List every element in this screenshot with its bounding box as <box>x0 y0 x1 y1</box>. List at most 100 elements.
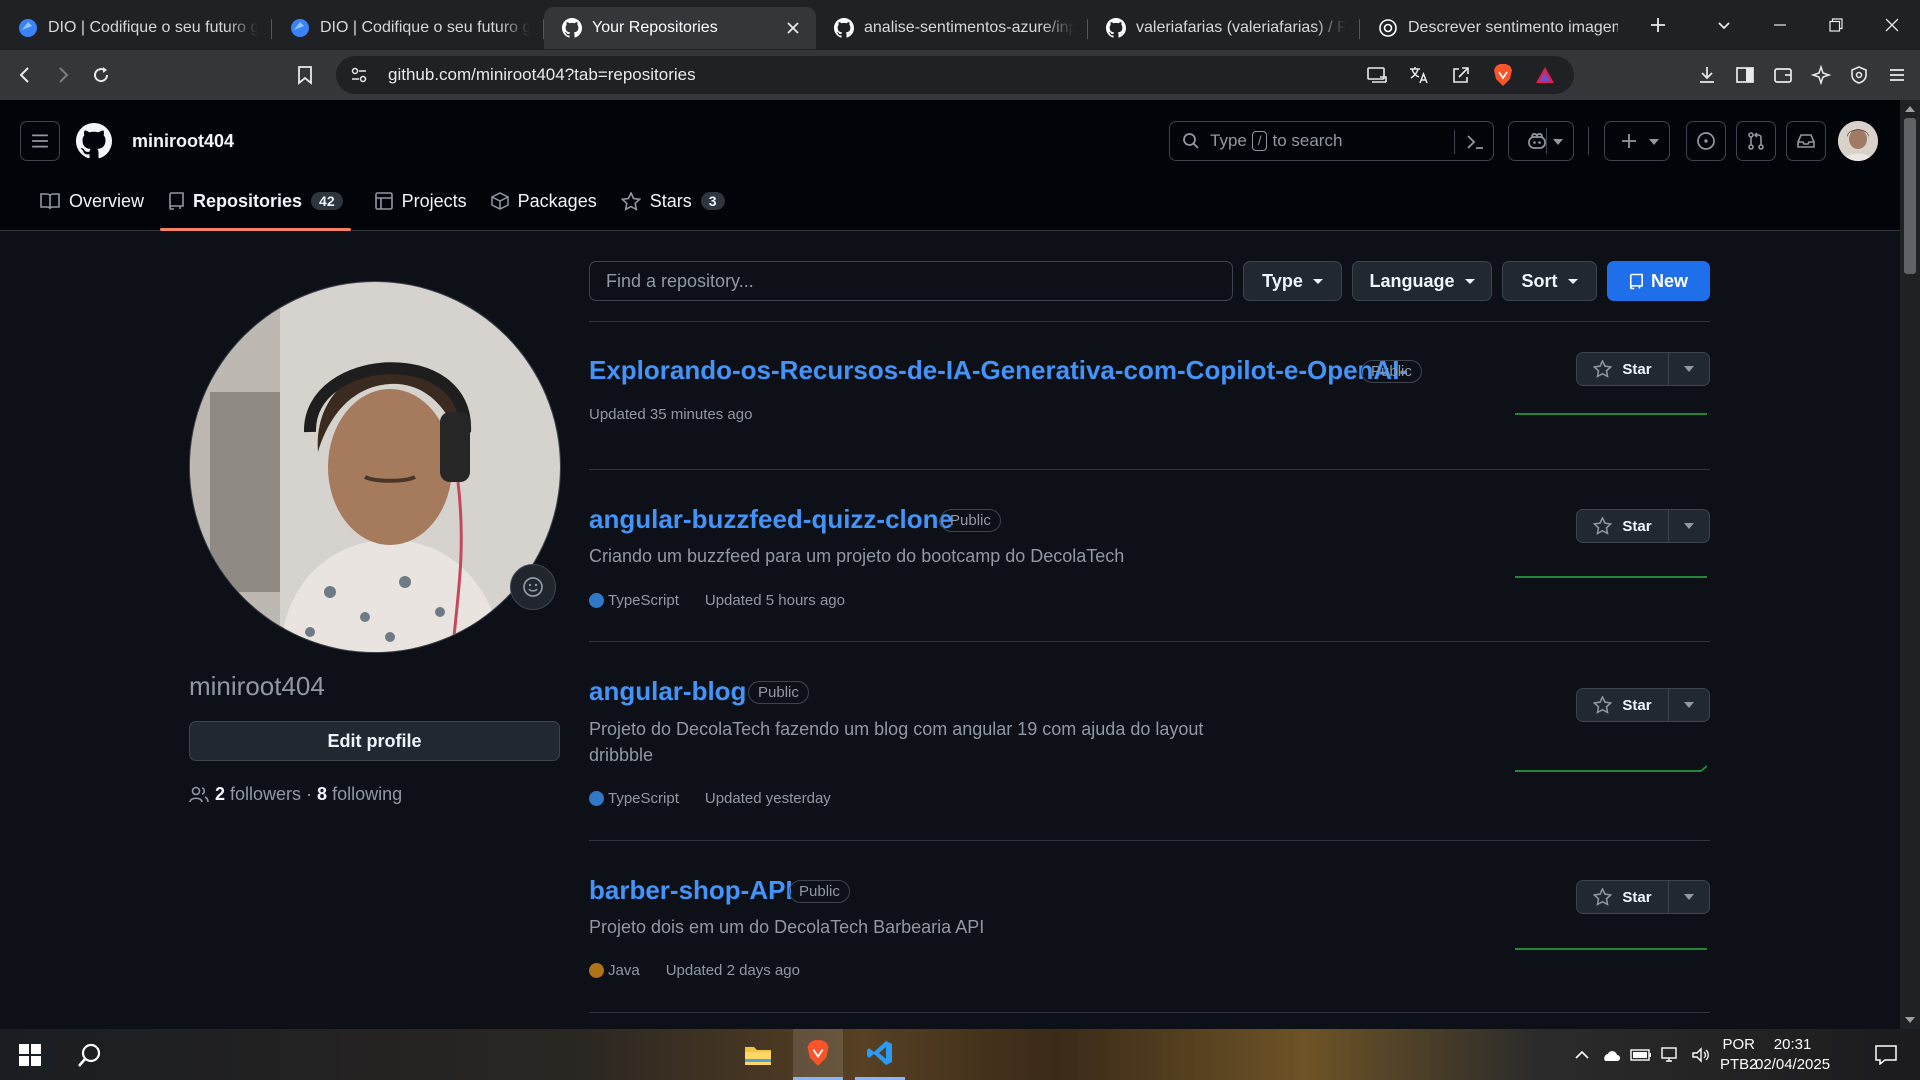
windows-logo-icon <box>19 1043 41 1066</box>
back-button[interactable] <box>6 56 44 94</box>
system-clock[interactable]: 20:31 02/04/2025 <box>1755 1035 1830 1075</box>
tab-projects[interactable]: Projects <box>363 179 479 223</box>
context-username[interactable]: miniroot404 <box>132 131 234 152</box>
page-scrollbar[interactable] <box>1900 100 1920 1029</box>
file-explorer-button[interactable] <box>733 1029 783 1080</box>
repo-description: Projeto dois em um do DecolaTech Barbear… <box>589 917 985 937</box>
issues-button[interactable] <box>1686 121 1726 161</box>
bookmark-button[interactable] <box>286 56 324 94</box>
search-input[interactable]: Type / to search <box>1169 121 1494 161</box>
onedrive-tray-button[interactable] <box>1598 1029 1624 1080</box>
site-info-button[interactable] <box>340 56 378 94</box>
tab-repositories[interactable]: Repositories 42 <box>156 179 355 231</box>
repo-name-link[interactable]: angular-buzzfeed-quizz-clone <box>589 504 953 535</box>
browser-tab[interactable]: valeriafarias (valeriafarias) / Rep <box>1088 7 1360 49</box>
visibility-badge: Public <box>1361 360 1422 383</box>
find-repository-input[interactable]: Find a repository... <box>589 261 1233 301</box>
follow-stats: 2 followers · 8 following <box>189 784 402 805</box>
repo-updated: Updated 2 days ago <box>665 962 800 979</box>
global-nav-menu-button[interactable] <box>20 121 60 161</box>
menu-button[interactable] <box>1878 56 1916 94</box>
pull-requests-button[interactable] <box>1736 121 1776 161</box>
cast-button[interactable] <box>1358 56 1396 94</box>
browser-tab[interactable]: Descrever sentimento imagem <box>1360 7 1632 49</box>
github-logo-icon[interactable] <box>76 123 112 159</box>
type-filter-button[interactable]: Type <box>1243 261 1342 301</box>
url-text[interactable]: github.com/miniroot404?tab=repositories <box>388 65 696 85</box>
star-lists-dropdown[interactable] <box>1669 689 1709 721</box>
star-lists-dropdown[interactable] <box>1669 353 1709 385</box>
show-hidden-icons-button[interactable] <box>1570 1029 1594 1080</box>
close-tab-icon[interactable] <box>784 19 802 37</box>
language-filter-button[interactable]: Language <box>1352 261 1492 301</box>
browser-tab[interactable]: analise-sentimentos-azure/inpu <box>816 7 1088 49</box>
volume-tray-button[interactable] <box>1688 1029 1714 1080</box>
reload-button[interactable] <box>82 56 120 94</box>
command-palette-icon[interactable] <box>1465 132 1485 152</box>
clock-date: 02/04/2025 <box>1755 1056 1831 1073</box>
tab-stars[interactable]: Stars 3 <box>609 179 737 223</box>
user-avatar[interactable] <box>1838 121 1878 161</box>
copilot-button[interactable] <box>1508 121 1574 161</box>
following-count[interactable]: 8 <box>317 784 327 805</box>
translate-button[interactable] <box>1400 56 1438 94</box>
address-bar[interactable]: github.com/miniroot404?tab=repositories <box>336 56 1574 94</box>
forward-button[interactable] <box>44 56 82 94</box>
followers-label[interactable]: followers <box>230 784 301 805</box>
arrow-right-icon <box>59 67 69 83</box>
star-lists-dropdown[interactable] <box>1669 510 1709 542</box>
search-divider <box>1454 130 1455 154</box>
profile-avatar[interactable] <box>189 281 561 653</box>
issue-opened-icon <box>1697 132 1715 150</box>
repo-name-link[interactable]: angular-blog <box>589 676 746 707</box>
wallet-button[interactable] <box>1764 56 1802 94</box>
vscode-taskbar-button[interactable] <box>855 1029 905 1080</box>
star-lists-dropdown[interactable] <box>1669 881 1709 913</box>
browser-tab-active[interactable]: Your Repositories <box>544 7 816 49</box>
repo-updated: Updated 5 hours ago <box>704 592 845 609</box>
star-icon <box>1593 888 1613 906</box>
minimize-button[interactable] <box>1752 0 1808 50</box>
share-button[interactable] <box>1442 56 1480 94</box>
tab-search-button[interactable] <box>1696 0 1752 50</box>
followers-count[interactable]: 2 <box>215 784 225 805</box>
repo-name-link[interactable]: Explorando-os-Recursos-de-IA-Generativa-… <box>589 355 1408 386</box>
sort-filter-button[interactable]: Sort <box>1502 261 1597 301</box>
network-tray-button[interactable] <box>1658 1029 1684 1080</box>
tab-overview[interactable]: Overview <box>28 179 156 223</box>
star-button[interactable]: Star <box>1577 689 1669 721</box>
action-center-button[interactable] <box>1862 1029 1910 1080</box>
following-label[interactable]: following <box>332 784 402 805</box>
close-window-button[interactable] <box>1864 0 1920 50</box>
leo-ai-button[interactable] <box>1802 56 1840 94</box>
star-button[interactable]: Star <box>1577 510 1669 542</box>
brave-taskbar-button[interactable] <box>793 1029 843 1080</box>
star-icon <box>1593 696 1613 714</box>
notifications-button[interactable] <box>1786 121 1826 161</box>
brave-rewards-button[interactable] <box>1526 56 1564 94</box>
star-button[interactable]: Star <box>1577 353 1669 385</box>
set-status-button[interactable] <box>510 564 556 610</box>
restore-button[interactable] <box>1808 0 1864 50</box>
star-button[interactable]: Star <box>1577 881 1669 913</box>
edit-profile-button[interactable]: Edit profile <box>189 721 560 761</box>
input-language-indicator[interactable]: POR PTB2 <box>1720 1035 1758 1075</box>
sidebar-button[interactable] <box>1726 56 1764 94</box>
create-new-button[interactable] <box>1604 121 1670 161</box>
start-button[interactable] <box>6 1029 54 1080</box>
vpn-button[interactable] <box>1840 56 1878 94</box>
new-repository-button[interactable]: New <box>1607 261 1710 301</box>
tab-packages[interactable]: Packages <box>479 179 609 223</box>
scrollbar-thumb[interactable] <box>1904 118 1916 274</box>
taskbar-search-button[interactable] <box>66 1029 114 1080</box>
browser-tab[interactable]: DIO | Codifique o seu futuro gl <box>272 7 544 49</box>
new-tab-button[interactable] <box>1638 5 1678 45</box>
triangle-down-icon <box>1684 523 1694 529</box>
battery-tray-button[interactable] <box>1628 1029 1654 1080</box>
repo-name-link[interactable]: barber-shop-API <box>589 875 793 906</box>
browser-tab[interactable]: DIO | Codifique o seu futuro gl <box>0 7 272 49</box>
downloads-button[interactable] <box>1688 56 1726 94</box>
folder-icon <box>745 1046 771 1065</box>
search-placeholder-post: to search <box>1272 131 1343 150</box>
brave-shields-button[interactable] <box>1484 56 1522 94</box>
